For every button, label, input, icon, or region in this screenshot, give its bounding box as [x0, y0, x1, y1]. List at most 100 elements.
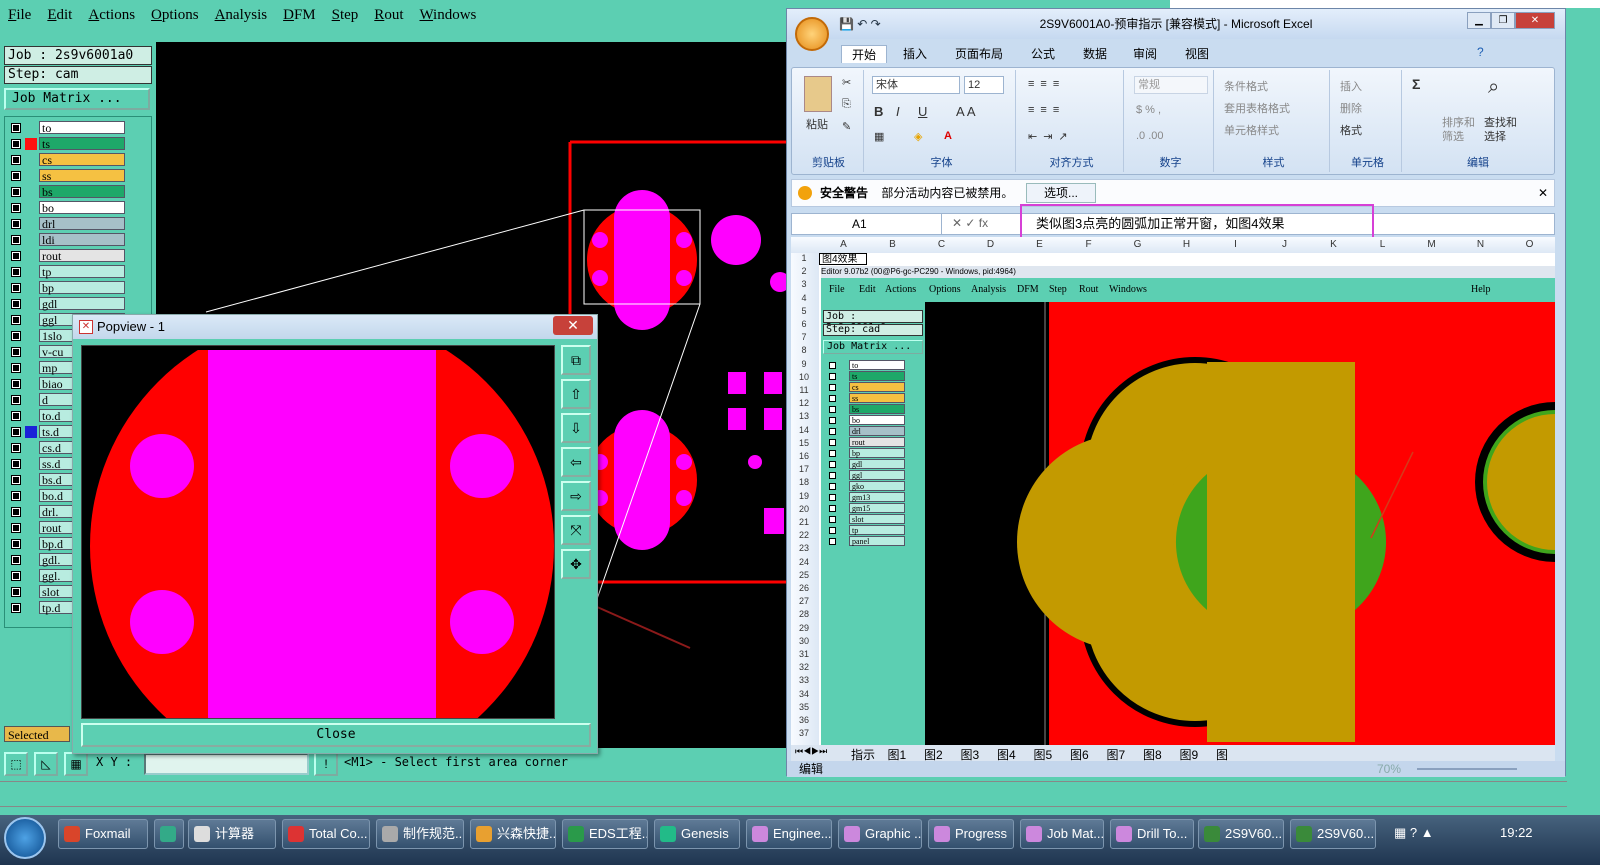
font-size-select[interactable]: 12 [964, 76, 1004, 94]
taskbar-item[interactable]: Foxmail [58, 819, 148, 849]
excel-titlebar[interactable]: 2S9V6001A0-预审指示 [兼容模式] - Microsoft Excel… [787, 9, 1565, 39]
measure-tool-icon[interactable]: ◺ [34, 752, 58, 776]
layer-row[interactable]: ss [5, 169, 129, 183]
row-header[interactable]: 16 [791, 451, 817, 464]
job-matrix-button[interactable]: Job Matrix ... [4, 88, 150, 110]
layer-checkbox[interactable] [11, 379, 21, 389]
italic-icon[interactable]: I [896, 104, 900, 119]
taskbar-item[interactable]: 2S9V60... [1198, 819, 1284, 849]
row-header[interactable]: 36 [791, 715, 817, 728]
layer-checkbox[interactable] [11, 347, 21, 357]
row-header[interactable]: 13 [791, 411, 817, 424]
pointer-tool-icon[interactable]: ⬚ [4, 752, 28, 776]
row-header[interactable]: 37 [791, 728, 817, 741]
layer-checkbox[interactable] [11, 603, 21, 613]
row-header[interactable]: 33 [791, 675, 817, 688]
row-header[interactable]: 30 [791, 636, 817, 649]
taskbar-item[interactable]: Job Mat... [1020, 819, 1104, 849]
layer-checkbox[interactable] [11, 475, 21, 485]
column-header[interactable]: A [819, 239, 868, 250]
row-header[interactable]: 18 [791, 477, 817, 490]
taskbar-item[interactable]: Enginee... [746, 819, 832, 849]
grid-tool-icon[interactable]: ▦ [64, 752, 88, 776]
layer-checkbox[interactable] [11, 443, 21, 453]
menu-edit[interactable]: Edit [47, 7, 72, 24]
row-header[interactable]: 6 [791, 319, 817, 332]
layer-checkbox[interactable] [11, 171, 21, 181]
delete-cells-button[interactable]: 删除 [1340, 100, 1362, 116]
layer-row[interactable]: bs [5, 185, 129, 199]
paste-button[interactable]: 粘贴 [806, 116, 828, 132]
layer-checkbox[interactable] [11, 251, 21, 261]
row-header[interactable]: 34 [791, 689, 817, 702]
layer-row[interactable]: to [5, 121, 129, 135]
layer-checkbox[interactable] [11, 507, 21, 517]
layer-checkbox[interactable] [11, 427, 21, 437]
menu-windows[interactable]: Windows [419, 7, 476, 24]
alert-icon[interactable]: ! [314, 752, 338, 776]
cell-style-button[interactable]: 单元格样式 [1224, 122, 1279, 138]
tray-icons[interactable]: ▦ ? ▲ [1394, 825, 1434, 841]
zoom-window-icon[interactable]: ⧉ [561, 345, 591, 375]
row-header[interactable]: 1 [791, 253, 817, 266]
pan-right-icon[interactable]: ⇨ [561, 481, 591, 511]
sheet-nav-icon[interactable]: ⏮◀▶⏭ [795, 746, 827, 757]
layer-checkbox[interactable] [11, 155, 21, 165]
layer-row[interactable]: rout [5, 249, 129, 263]
row-header[interactable]: 32 [791, 662, 817, 675]
help-icon[interactable]: ? [1477, 45, 1484, 59]
find-select-button[interactable]: 查找和 选择 [1484, 116, 1517, 144]
tab-insert[interactable]: 插入 [903, 45, 927, 62]
row-header[interactable]: 29 [791, 623, 817, 636]
bold-icon[interactable]: B [874, 104, 883, 119]
tab-data[interactable]: 数据 [1083, 45, 1107, 62]
popview-canvas[interactable] [81, 345, 555, 719]
column-header[interactable]: L [1358, 239, 1407, 250]
column-header[interactable]: H [1162, 239, 1211, 250]
layer-checkbox[interactable] [11, 235, 21, 245]
row-header[interactable]: 5 [791, 306, 817, 319]
cut-icon[interactable]: ✂ [842, 76, 851, 89]
start-button-icon[interactable] [4, 817, 46, 859]
insert-cells-button[interactable]: 插入 [1340, 78, 1362, 94]
layer-row[interactable]: ldi [5, 233, 129, 247]
align-left-icon[interactable]: ≡≡≡ [1028, 104, 1065, 116]
layer-checkbox[interactable] [11, 267, 21, 277]
tab-formulas[interactable]: 公式 [1031, 45, 1055, 62]
layer-checkbox[interactable] [11, 587, 21, 597]
xy-input[interactable] [144, 753, 309, 775]
taskbar-item[interactable]: Total Co... [282, 819, 370, 849]
fill-color-icon[interactable]: ◈ [914, 130, 922, 143]
column-header[interactable]: I [1211, 239, 1260, 250]
paste-icon[interactable] [804, 76, 832, 112]
indent-icon[interactable]: ⇤⇥↗ [1028, 130, 1074, 143]
zoom-in-icon[interactable]: ⤧ [561, 515, 591, 545]
row-header[interactable]: 2 [791, 266, 817, 279]
row-header[interactable]: 24 [791, 557, 817, 570]
taskbar-item[interactable]: Graphic ... [838, 819, 922, 849]
tab-review[interactable]: 审阅 [1133, 45, 1157, 62]
tab-page-layout[interactable]: 页面布局 [955, 45, 1003, 62]
row-header[interactable]: 11 [791, 385, 817, 398]
layer-checkbox[interactable] [11, 315, 21, 325]
taskbar-item[interactable]: 制作规范... [376, 819, 464, 849]
close-bar-icon[interactable]: ✕ [1538, 180, 1548, 206]
menu-analysis[interactable]: Analysis [215, 7, 268, 24]
taskbar-item[interactable]: 兴森快捷... [470, 819, 556, 849]
column-header[interactable]: J [1260, 239, 1309, 250]
layer-checkbox[interactable] [11, 571, 21, 581]
row-header[interactable]: 3 [791, 279, 817, 292]
layer-checkbox[interactable] [11, 203, 21, 213]
embedded-screenshot[interactable]: Editor 9.07b2 (00@P6-gc-PC290 - Windows,… [821, 266, 1555, 745]
column-header[interactable]: F [1064, 239, 1113, 250]
security-options-button[interactable]: 选项... [1026, 183, 1096, 203]
menu-step[interactable]: Step [332, 7, 359, 24]
row-header[interactable]: 7 [791, 332, 817, 345]
row-header[interactable]: 12 [791, 398, 817, 411]
font-name-select[interactable]: 宋体 [872, 76, 960, 94]
popview-close-button[interactable]: Close [81, 723, 591, 747]
layer-row[interactable]: gdl [5, 297, 129, 311]
layer-row[interactable]: bo [5, 201, 129, 215]
taskbar-item[interactable]: 2S9V60... [1290, 819, 1376, 849]
layer-checkbox[interactable] [11, 299, 21, 309]
